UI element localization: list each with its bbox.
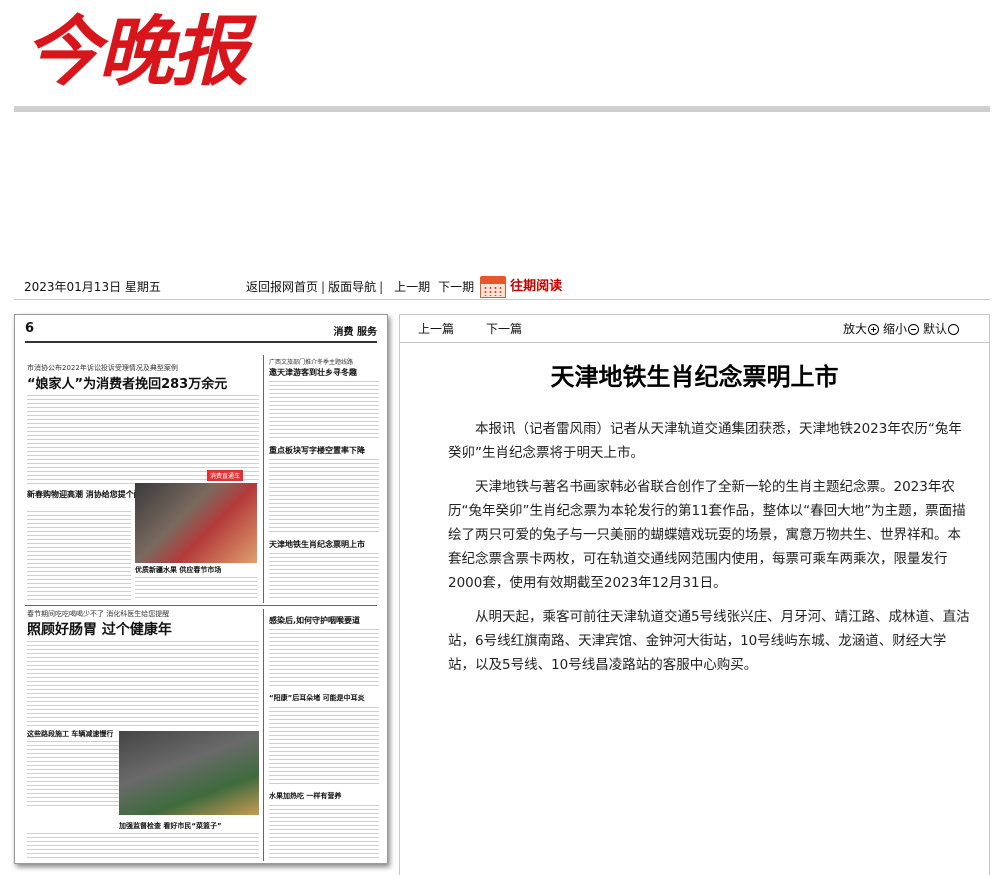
page-text-block <box>269 381 379 441</box>
vegetable-inspection-photo <box>119 731 259 815</box>
zoom-default-button[interactable]: 默认 <box>923 315 947 343</box>
page-kicker: 广西文旅部门推介冬季主题线路 <box>269 359 354 366</box>
fruit-market-photo <box>135 483 257 563</box>
page-section: 消费 服务 <box>333 327 377 338</box>
zoom-controls: 放大 缩小 默认 <box>843 315 963 343</box>
layout-nav-link[interactable]: 版面导航 <box>328 274 376 300</box>
page-headline-shopping[interactable]: 新春购物迎高潮 消协给您提个醒 <box>27 489 142 500</box>
nav-links: 返回报网首页 | 版面导航 | 上一期 下一期 往期阅读 <box>246 274 562 300</box>
page-headline-throat[interactable]: 感染后,如何守护咽喉要道 <box>269 615 360 626</box>
article-paragraph: 本报讯（记者雷风雨）记者从天津轨道交通集团获悉，天津地铁2023年农历“兔年癸卯… <box>448 421 962 461</box>
masthead: 今晚报 <box>0 0 998 112</box>
article-toolbar: 上一篇 下一篇 放大 缩小 默认 <box>400 315 989 343</box>
past-reading-link[interactable]: 往期阅读 <box>510 274 562 300</box>
page-number: 6 <box>25 321 35 336</box>
zoom-in-button[interactable]: 放大 <box>843 315 867 343</box>
newspaper-logo: 今晚报 <box>24 7 248 96</box>
page-text-block <box>269 707 379 787</box>
consumer-badge: 消费直通车 <box>207 470 244 481</box>
page-headline-roadwork[interactable]: 这些路段施工 车辆减速慢行 <box>27 729 113 739</box>
page-headline-stomach[interactable]: 照顾好肠胃 过个健康年 <box>27 619 172 639</box>
page-headline-office[interactable]: 重点板块写字楼空置率下降 <box>269 445 365 456</box>
page-headline-guangxi[interactable]: 邀天津游客到壮乡寻冬趣 <box>269 367 357 378</box>
photo-caption: 加强监督检查 看好市民“菜篮子” <box>119 822 222 830</box>
page-text-block <box>27 641 259 727</box>
page-text-block <box>27 511 131 601</box>
article-paragraph: 从明天起，乘客可前往天津轨道交通5号线张兴庄、月牙河、靖江路、成林道、直沽站，6… <box>448 609 970 673</box>
newspaper-page-thumbnail[interactable]: 6 消费 服务 市消协公布2022年诉讼投诉受理情况及典型案例 “娘家人”为消费… <box>14 314 388 864</box>
page-kicker: 春节期间吃吃喝喝少不了 消化科医生给您提醒 <box>27 610 170 618</box>
zoom-out-icon[interactable] <box>907 323 919 335</box>
article-paragraph: 天津地铁与著名书画家韩必省联合创作了全新一轮的生肖主题纪念票。2023年农历“兔… <box>448 479 966 591</box>
photo-caption: 优质新疆水果 供应春节市场 <box>135 566 222 574</box>
page-kicker: 市消协公布2022年诉讼投诉受理情况及典型案例 <box>27 364 178 372</box>
zoom-out-button[interactable]: 缩小 <box>883 315 907 343</box>
next-article-link[interactable]: 下一篇 <box>486 315 522 343</box>
page-text-block <box>135 577 257 601</box>
article-pane: 上一篇 下一篇 放大 缩小 默认 天津地铁生肖纪念票明上市 本报讯（记者雷风雨）… <box>399 314 990 875</box>
page-text-block <box>27 833 259 861</box>
prev-article-link[interactable]: 上一篇 <box>418 315 454 343</box>
column-divider <box>263 609 264 861</box>
prev-issue-link[interactable]: 上一期 <box>394 274 430 300</box>
page-headline-consumer[interactable]: “娘家人”为消费者挽回283万余元 <box>27 373 227 392</box>
article-title: 天津地铁生肖纪念票明上市 <box>550 363 839 391</box>
page-text-block <box>269 629 379 689</box>
zoom-default-icon[interactable] <box>948 323 959 335</box>
page-text-block <box>269 805 379 861</box>
page-header: 6 消费 服务 <box>25 321 377 343</box>
page-headline-ear[interactable]: “阳康”后耳朵堵 可能是中耳炎 <box>269 693 365 703</box>
masthead-rule <box>14 106 990 112</box>
page-headline-metro-ticket[interactable]: 天津地铁生肖纪念票明上市 <box>269 539 365 550</box>
issue-date: 2023年01月13日 星期五 <box>24 280 161 294</box>
calendar-icon[interactable] <box>480 276 507 298</box>
next-issue-link[interactable]: 下一期 <box>438 274 474 300</box>
nav-bar: 2023年01月13日 星期五 返回报网首页 | 版面导航 | 上一期 下一期 … <box>14 274 990 300</box>
section-divider <box>25 605 377 606</box>
column-divider <box>263 355 264 603</box>
page-text-block <box>269 459 379 535</box>
nav-separator: | <box>321 280 326 294</box>
home-link[interactable]: 返回报网首页 <box>246 274 318 300</box>
article-body: 本报讯（记者雷风雨）记者从天津轨道交通集团获悉，天津地铁2023年农历“兔年癸卯… <box>448 417 970 687</box>
zoom-in-icon[interactable] <box>867 323 879 335</box>
nav-separator: | <box>379 280 384 294</box>
page-text-block <box>269 553 379 601</box>
page-headline-fruit[interactable]: 水果加热吃 一样有营养 <box>269 791 341 801</box>
